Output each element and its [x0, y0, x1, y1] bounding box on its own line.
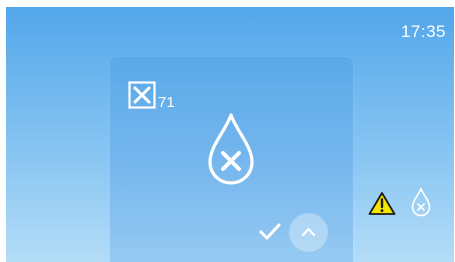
error-card[interactable]: 71 [110, 57, 353, 262]
water-drop-error-icon [208, 113, 254, 185]
checkmark-icon[interactable] [259, 223, 281, 241]
warning-triangle-icon [368, 192, 396, 215]
error-count: 71 [158, 94, 175, 111]
water-drop-status-icon [411, 187, 431, 217]
clock: 17:35 [400, 22, 446, 41]
device-screen: 17:35 71 [6, 7, 454, 262]
chevron-up-icon [301, 227, 316, 237]
close-box-icon [128, 81, 156, 109]
expand-up-button[interactable] [289, 213, 328, 252]
